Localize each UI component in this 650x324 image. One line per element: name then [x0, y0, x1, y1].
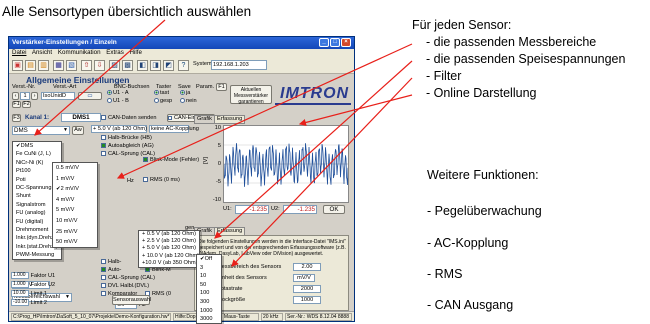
callout-arrows [34, 19, 413, 267]
arrow-to-plot [298, 94, 413, 126]
arrow-to-supply [214, 60, 413, 239]
arrow-to-filter [231, 77, 413, 267]
arrow-to-ranges [116, 43, 413, 179]
arrow-to-sensor-list [34, 19, 166, 136]
